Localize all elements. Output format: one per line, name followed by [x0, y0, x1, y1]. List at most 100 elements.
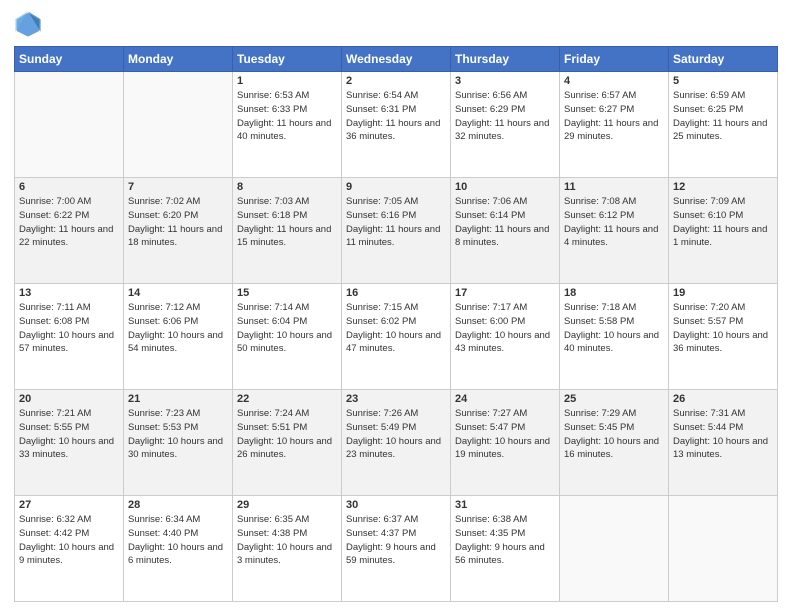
- day-number: 12: [673, 181, 773, 193]
- day-number: 11: [564, 181, 664, 193]
- logo: [14, 10, 46, 38]
- day-info: Sunrise: 7:18 AM Sunset: 5:58 PM Dayligh…: [564, 301, 664, 356]
- day-number: 30: [346, 499, 446, 511]
- week-row-2: 6Sunrise: 7:00 AM Sunset: 6:22 PM Daylig…: [15, 178, 778, 284]
- day-cell: 26 Sunrise: 7:31 AM Sunset: 5:44 PM Dayli…: [669, 390, 778, 496]
- day-number: 25: [564, 393, 664, 405]
- day-number: 29: [237, 499, 337, 511]
- day-number: 18: [564, 287, 664, 299]
- day-number: 26: [673, 393, 773, 405]
- week-row-1: 1 Sunrise: 6:53 AM Sunset: 6:33 PM Daylig…: [15, 72, 778, 178]
- header-row: SundayMondayTuesdayWednesdayThursdayFrid…: [15, 47, 778, 72]
- day-info: Sunrise: 7:26 AM Sunset: 5:49 PM Dayligh…: [346, 407, 446, 462]
- day-cell: 13Sunrise: 7:11 AM Sunset: 6:08 PM Dayli…: [15, 284, 124, 390]
- day-cell: 16 Sunrise: 7:15 AM Sunset: 6:02 PM Dayli…: [342, 284, 451, 390]
- day-number: 13: [19, 287, 119, 299]
- day-cell: 7 Sunrise: 7:02 AM Sunset: 6:20 PM Daylig…: [124, 178, 233, 284]
- day-header-friday: Friday: [560, 47, 669, 72]
- day-header-saturday: Saturday: [669, 47, 778, 72]
- day-cell: 11 Sunrise: 7:08 AM Sunset: 6:12 PM Dayli…: [560, 178, 669, 284]
- day-cell: 6Sunrise: 7:00 AM Sunset: 6:22 PM Daylig…: [15, 178, 124, 284]
- day-number: 2: [346, 75, 446, 87]
- day-cell: 4 Sunrise: 6:57 AM Sunset: 6:27 PM Daylig…: [560, 72, 669, 178]
- day-info: Sunrise: 6:57 AM Sunset: 6:27 PM Dayligh…: [564, 89, 664, 144]
- week-row-4: 20 Sunrise: 7:21 AM Sunset: 5:55 PM Dayli…: [15, 390, 778, 496]
- day-info: Sunrise: 7:20 AM Sunset: 5:57 PM Dayligh…: [673, 301, 773, 356]
- day-info: Sunrise: 6:34 AM Sunset: 4:40 PM Dayligh…: [128, 513, 228, 568]
- day-cell: [560, 496, 669, 602]
- day-number: 17: [455, 287, 555, 299]
- day-info: Sunrise: 7:03 AM Sunset: 6:18 PM Dayligh…: [237, 195, 337, 250]
- day-cell: 10 Sunrise: 7:06 AM Sunset: 6:14 PM Dayli…: [451, 178, 560, 284]
- day-cell: 1 Sunrise: 6:53 AM Sunset: 6:33 PM Daylig…: [233, 72, 342, 178]
- day-number: 15: [237, 287, 337, 299]
- day-cell: 8 Sunrise: 7:03 AM Sunset: 6:18 PM Daylig…: [233, 178, 342, 284]
- day-cell: 9Sunrise: 7:05 AM Sunset: 6:16 PM Daylig…: [342, 178, 451, 284]
- day-cell: 14 Sunrise: 7:12 AM Sunset: 6:06 PM Dayli…: [124, 284, 233, 390]
- day-cell: 5Sunrise: 6:59 AM Sunset: 6:25 PM Daylig…: [669, 72, 778, 178]
- day-info: Sunrise: 7:12 AM Sunset: 6:06 PM Dayligh…: [128, 301, 228, 356]
- day-number: 19: [673, 287, 773, 299]
- week-row-5: 27 Sunrise: 6:32 AM Sunset: 4:42 PM Dayli…: [15, 496, 778, 602]
- day-number: 23: [346, 393, 446, 405]
- day-info: Sunrise: 7:15 AM Sunset: 6:02 PM Dayligh…: [346, 301, 446, 356]
- day-cell: 2 Sunrise: 6:54 AM Sunset: 6:31 PM Daylig…: [342, 72, 451, 178]
- day-cell: 17 Sunrise: 7:17 AM Sunset: 6:00 PM Dayli…: [451, 284, 560, 390]
- day-number: 20: [19, 393, 119, 405]
- day-cell: 29 Sunrise: 6:35 AM Sunset: 4:38 PM Dayli…: [233, 496, 342, 602]
- header: [14, 10, 778, 38]
- day-cell: 20 Sunrise: 7:21 AM Sunset: 5:55 PM Dayli…: [15, 390, 124, 496]
- day-info: Sunrise: 7:09 AM Sunset: 6:10 PM Dayligh…: [673, 195, 773, 250]
- day-cell: 19 Sunrise: 7:20 AM Sunset: 5:57 PM Dayli…: [669, 284, 778, 390]
- day-cell: 24 Sunrise: 7:27 AM Sunset: 5:47 PM Dayli…: [451, 390, 560, 496]
- day-info: Sunrise: 6:54 AM Sunset: 6:31 PM Dayligh…: [346, 89, 446, 144]
- logo-icon: [14, 10, 42, 38]
- day-info: Sunrise: 7:06 AM Sunset: 6:14 PM Dayligh…: [455, 195, 555, 250]
- day-cell: 3 Sunrise: 6:56 AM Sunset: 6:29 PM Daylig…: [451, 72, 560, 178]
- day-info: Sunrise: 6:32 AM Sunset: 4:42 PM Dayligh…: [19, 513, 119, 568]
- day-cell: [15, 72, 124, 178]
- day-number: 24: [455, 393, 555, 405]
- day-number: 27: [19, 499, 119, 511]
- day-cell: 15Sunrise: 7:14 AM Sunset: 6:04 PM Dayli…: [233, 284, 342, 390]
- day-info: Sunrise: 6:59 AM Sunset: 6:25 PM Dayligh…: [673, 89, 773, 144]
- day-number: 28: [128, 499, 228, 511]
- day-info: Sunrise: 7:29 AM Sunset: 5:45 PM Dayligh…: [564, 407, 664, 462]
- day-number: 8: [237, 181, 337, 193]
- day-info: Sunrise: 7:02 AM Sunset: 6:20 PM Dayligh…: [128, 195, 228, 250]
- day-cell: 23 Sunrise: 7:26 AM Sunset: 5:49 PM Dayli…: [342, 390, 451, 496]
- day-info: Sunrise: 6:56 AM Sunset: 6:29 PM Dayligh…: [455, 89, 555, 144]
- day-header-wednesday: Wednesday: [342, 47, 451, 72]
- day-info: Sunrise: 7:23 AM Sunset: 5:53 PM Dayligh…: [128, 407, 228, 462]
- day-header-monday: Monday: [124, 47, 233, 72]
- day-info: Sunrise: 7:27 AM Sunset: 5:47 PM Dayligh…: [455, 407, 555, 462]
- day-info: Sunrise: 7:24 AM Sunset: 5:51 PM Dayligh…: [237, 407, 337, 462]
- day-info: Sunrise: 7:00 AM Sunset: 6:22 PM Dayligh…: [19, 195, 119, 250]
- day-number: 16: [346, 287, 446, 299]
- day-info: Sunrise: 7:31 AM Sunset: 5:44 PM Dayligh…: [673, 407, 773, 462]
- day-info: Sunrise: 7:05 AM Sunset: 6:16 PM Dayligh…: [346, 195, 446, 250]
- day-info: Sunrise: 6:35 AM Sunset: 4:38 PM Dayligh…: [237, 513, 337, 568]
- day-header-tuesday: Tuesday: [233, 47, 342, 72]
- day-number: 4: [564, 75, 664, 87]
- day-info: Sunrise: 7:08 AM Sunset: 6:12 PM Dayligh…: [564, 195, 664, 250]
- day-header-sunday: Sunday: [15, 47, 124, 72]
- day-cell: [124, 72, 233, 178]
- day-number: 31: [455, 499, 555, 511]
- day-cell: 22Sunrise: 7:24 AM Sunset: 5:51 PM Dayli…: [233, 390, 342, 496]
- day-info: Sunrise: 7:21 AM Sunset: 5:55 PM Dayligh…: [19, 407, 119, 462]
- day-cell: 21Sunrise: 7:23 AM Sunset: 5:53 PM Dayli…: [124, 390, 233, 496]
- day-number: 7: [128, 181, 228, 193]
- calendar-table: SundayMondayTuesdayWednesdayThursdayFrid…: [14, 46, 778, 602]
- day-cell: 30Sunrise: 6:37 AM Sunset: 4:37 PM Dayli…: [342, 496, 451, 602]
- day-header-thursday: Thursday: [451, 47, 560, 72]
- page: SundayMondayTuesdayWednesdayThursdayFrid…: [0, 0, 792, 612]
- day-number: 10: [455, 181, 555, 193]
- day-number: 14: [128, 287, 228, 299]
- day-info: Sunrise: 6:53 AM Sunset: 6:33 PM Dayligh…: [237, 89, 337, 144]
- day-cell: 18 Sunrise: 7:18 AM Sunset: 5:58 PM Dayli…: [560, 284, 669, 390]
- day-info: Sunrise: 7:17 AM Sunset: 6:00 PM Dayligh…: [455, 301, 555, 356]
- day-number: 3: [455, 75, 555, 87]
- day-cell: 31Sunrise: 6:38 AM Sunset: 4:35 PM Dayli…: [451, 496, 560, 602]
- day-number: 1: [237, 75, 337, 87]
